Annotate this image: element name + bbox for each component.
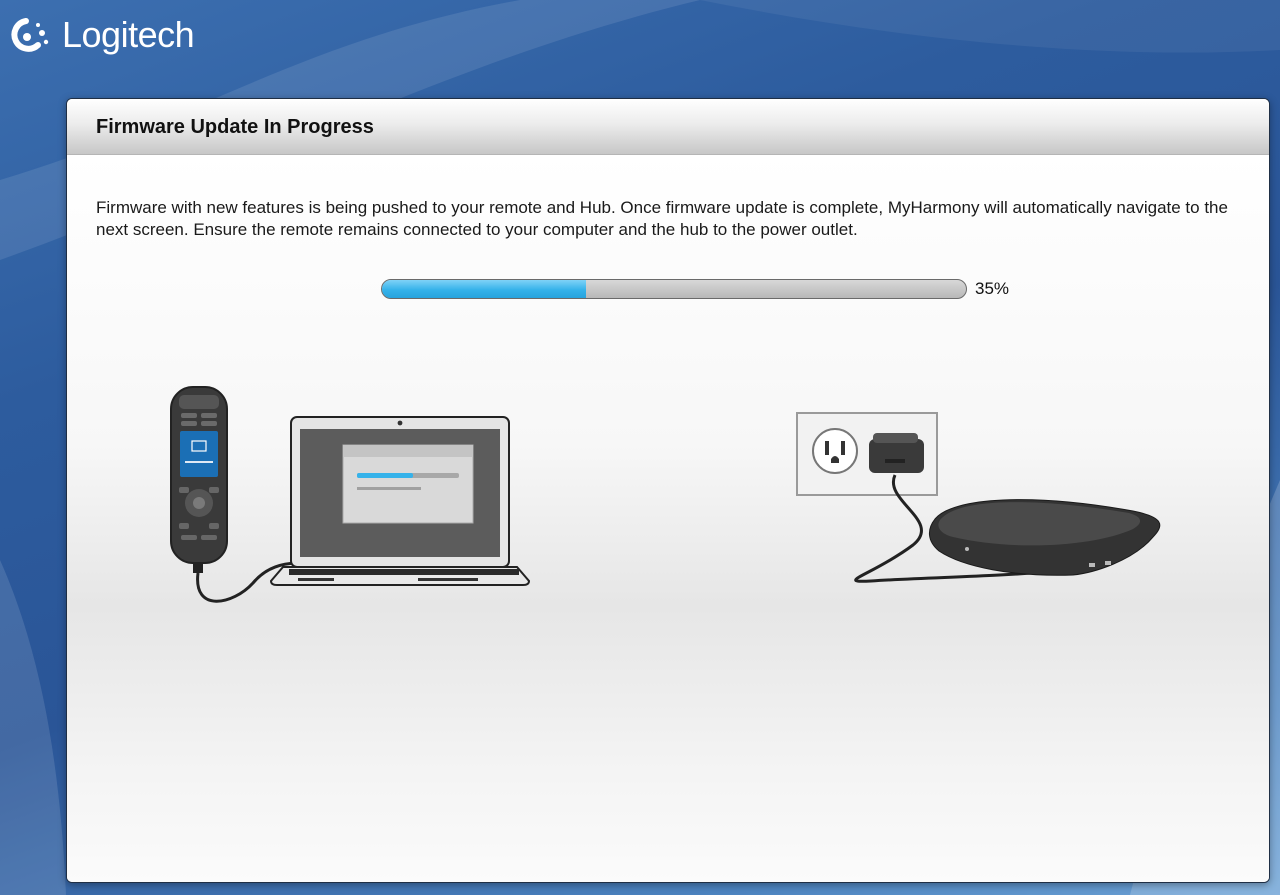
harmony-hub-icon [929, 499, 1161, 576]
logitech-logo-icon [11, 18, 49, 52]
remote-laptop-illustration [170, 386, 531, 603]
progress-fill [382, 280, 587, 298]
firmware-update-dialog: Firmware Update In Progress Firmware wit… [66, 98, 1270, 883]
dialog-header: Firmware Update In Progress [67, 99, 1269, 155]
logitech-logo: Logitech [8, 14, 195, 56]
laptop-icon [269, 416, 531, 586]
power-outlet-icon [796, 412, 938, 496]
progress-bar [381, 279, 967, 299]
dialog-title: Firmware Update In Progress [96, 116, 374, 138]
hub-outlet-illustration [796, 412, 1161, 583]
brand-name: Logitech [62, 14, 195, 55]
harmony-remote-icon [170, 386, 228, 573]
progress-percent: 35% [975, 279, 1010, 298]
update-description: Firmware with new features is being push… [96, 198, 1228, 239]
